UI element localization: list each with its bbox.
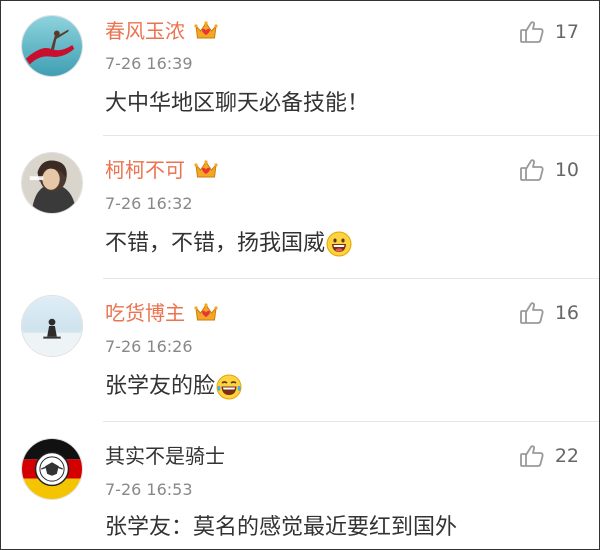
comment-item: 柯柯不可 7-26 16:32 不错，不错，扬我国威 10 xyxy=(1,137,599,279)
like-count: 16 xyxy=(554,302,579,324)
author-name[interactable]: 春风玉浓 xyxy=(105,16,185,46)
vip-crown-icon xyxy=(193,157,219,183)
comment-item: 春风玉浓 7-26 16:39 大中华地区聊天必备技能！ 17 xyxy=(1,1,599,136)
comment-text: 不错，不错，扬我国威 xyxy=(105,228,352,260)
avatar[interactable] xyxy=(21,438,83,500)
author-row: 春风玉浓 xyxy=(105,16,219,46)
thumbs-up-icon xyxy=(519,157,545,183)
author-row: 其实不是骑士 xyxy=(105,441,225,471)
comment-time: 7-26 16:26 xyxy=(105,337,193,356)
thumbs-up-icon xyxy=(519,443,545,469)
divider xyxy=(103,421,599,422)
comment-time: 7-26 16:32 xyxy=(105,194,193,213)
like-count: 17 xyxy=(554,21,579,43)
comment-time: 7-26 16:53 xyxy=(105,480,193,499)
comment-text: 张学友的脸 xyxy=(105,371,242,403)
comment-text-body: 张学友的脸 xyxy=(105,374,216,399)
like-count: 22 xyxy=(554,445,579,467)
like-button[interactable]: 22 xyxy=(519,441,579,471)
avatar[interactable] xyxy=(21,15,83,77)
comment-item: 其实不是骑士 7-26 16:53 张学友：莫名的感觉最近要红到国外 22 xyxy=(1,423,599,549)
like-button[interactable]: 17 xyxy=(519,17,579,47)
thumbs-up-icon xyxy=(519,300,545,326)
comment-list: 春风玉浓 7-26 16:39 大中华地区聊天必备技能！ 17 柯柯不可 7-2… xyxy=(0,0,600,550)
like-button[interactable]: 16 xyxy=(519,298,579,328)
author-name[interactable]: 柯柯不可 xyxy=(105,155,185,185)
emblem-avatar xyxy=(22,439,82,499)
like-count: 10 xyxy=(554,159,579,181)
vip-crown-icon xyxy=(193,300,219,326)
divider xyxy=(103,135,599,136)
vip-crown-icon xyxy=(193,18,219,44)
dancer-avatar xyxy=(22,16,82,76)
grinning-face-icon xyxy=(326,231,352,257)
thumbs-up-icon xyxy=(519,19,545,45)
seated-figure-avatar xyxy=(22,296,82,356)
comment-text-body: 张学友：莫名的感觉最近要红到国外 xyxy=(105,515,458,540)
laughing-tears-icon xyxy=(216,374,242,400)
portrait-avatar xyxy=(22,153,82,213)
divider xyxy=(103,278,599,279)
like-button[interactable]: 10 xyxy=(519,155,579,185)
comment-text: 张学友：莫名的感觉最近要红到国外 xyxy=(105,512,457,544)
avatar[interactable] xyxy=(21,295,83,357)
avatar[interactable] xyxy=(21,152,83,214)
author-row: 吃货博主 xyxy=(105,298,219,328)
comment-text-body: 不错，不错，扬我国威 xyxy=(105,231,326,256)
author-name[interactable]: 吃货博主 xyxy=(105,298,185,328)
author-row: 柯柯不可 xyxy=(105,155,219,185)
comment-text-body: 大中华地区聊天必备技能！ xyxy=(105,91,370,116)
comment-text: 大中华地区聊天必备技能！ xyxy=(105,88,369,120)
comment-time: 7-26 16:39 xyxy=(105,54,193,73)
comment-item: 吃货博主 7-26 16:26 张学友的脸 16 xyxy=(1,280,599,422)
author-name[interactable]: 其实不是骑士 xyxy=(105,441,225,471)
